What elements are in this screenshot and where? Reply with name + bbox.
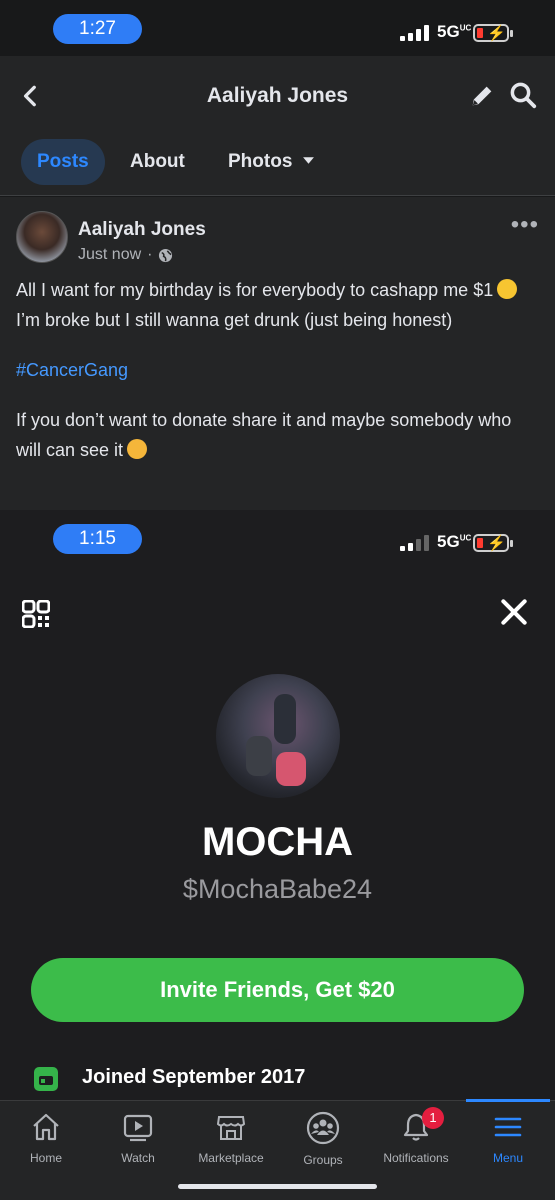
tab-about[interactable]: About bbox=[130, 139, 185, 185]
battery-icon: ⚡ bbox=[473, 24, 513, 42]
home-icon bbox=[33, 1113, 59, 1141]
nav-notifications[interactable]: 1 Notifications bbox=[370, 1107, 462, 1165]
pencil-icon[interactable] bbox=[468, 82, 496, 110]
author-avatar[interactable] bbox=[16, 211, 68, 263]
active-tab-indicator bbox=[466, 1099, 550, 1102]
signal-icon bbox=[400, 25, 429, 41]
search-icon[interactable] bbox=[508, 80, 538, 110]
groups-icon bbox=[306, 1111, 340, 1145]
tab-photos-label: Photos bbox=[228, 151, 293, 172]
tab-photos[interactable]: Photos bbox=[228, 139, 315, 185]
status-time: 1:27 bbox=[53, 14, 142, 44]
network-label: 5GUC bbox=[437, 22, 472, 41]
nav-groups-label: Groups bbox=[303, 1153, 343, 1167]
post-author[interactable]: Aaliyah Jones bbox=[78, 219, 206, 241]
status-bar-bottom: 1:15 5GUC ⚡ bbox=[0, 510, 555, 566]
status-bar-top: 1:27 5GUC ⚡ bbox=[0, 0, 555, 56]
meta-dot: · bbox=[147, 246, 153, 263]
post-text: All I want for my birthday is for everyb… bbox=[16, 275, 541, 465]
cashapp-profile: 1:15 5GUC ⚡ MOCHA $MochaBabe24 Invite Fr… bbox=[0, 510, 555, 1100]
nav-home[interactable]: Home bbox=[0, 1109, 92, 1165]
nav-notifications-label: Notifications bbox=[383, 1151, 449, 1165]
caret-down-icon bbox=[302, 157, 314, 164]
qr-code-icon[interactable] bbox=[22, 600, 50, 628]
network-label-2: 5GUC bbox=[437, 532, 472, 551]
nav-groups[interactable]: Groups bbox=[277, 1109, 369, 1167]
nav-watch[interactable]: Watch bbox=[92, 1109, 184, 1165]
post-card: Aaliyah Jones Just now · ••• All I want … bbox=[0, 197, 555, 510]
cashtag: $MochaBabe24 bbox=[182, 874, 373, 904]
invite-friends-button[interactable]: Invite Friends, Get $20 bbox=[31, 958, 524, 1022]
nav-menu-label: Menu bbox=[492, 1151, 524, 1165]
nav-home-label: Home bbox=[29, 1151, 62, 1165]
calendar-icon bbox=[34, 1067, 58, 1091]
status-time-2: 1:15 bbox=[53, 524, 142, 554]
menu-icon bbox=[494, 1117, 522, 1137]
post-meta: Just now · bbox=[78, 246, 173, 264]
joined-date: Joined September 2017 bbox=[82, 1066, 306, 1088]
nav-watch-label: Watch bbox=[121, 1151, 155, 1165]
globe-icon bbox=[159, 248, 173, 262]
home-indicator bbox=[178, 1184, 377, 1189]
cashapp-name: MOCHA bbox=[201, 820, 354, 864]
nav-menu[interactable]: Menu bbox=[462, 1109, 554, 1165]
nav-marketplace-label: Marketplace bbox=[198, 1151, 264, 1165]
battery-icon-2: ⚡ bbox=[473, 534, 513, 552]
star-struck-emoji bbox=[497, 279, 518, 299]
watch-icon bbox=[123, 1114, 153, 1142]
marketplace-icon bbox=[216, 1116, 246, 1140]
tab-posts[interactable]: Posts bbox=[21, 139, 105, 185]
more-options-icon[interactable]: ••• bbox=[511, 211, 539, 239]
close-icon[interactable] bbox=[498, 596, 530, 628]
cashapp-avatar bbox=[216, 674, 340, 798]
smiling-face-with-hearts-emoji bbox=[127, 439, 148, 459]
signal-icon-2 bbox=[400, 535, 429, 551]
profile-tabs: Posts About Photos bbox=[0, 128, 555, 196]
post-line-3: If you don’t want to donate share it and… bbox=[16, 410, 512, 460]
nav-marketplace[interactable]: Marketplace bbox=[185, 1109, 277, 1165]
post-time: Just now bbox=[78, 246, 142, 263]
post-line-2: I’m broke but I still wanna get drunk (j… bbox=[16, 310, 453, 330]
notification-badge: 1 bbox=[422, 1107, 444, 1129]
hashtag-link[interactable]: #CancerGang bbox=[16, 355, 541, 385]
post-line-1: All I want for my birthday is for everyb… bbox=[16, 280, 494, 300]
